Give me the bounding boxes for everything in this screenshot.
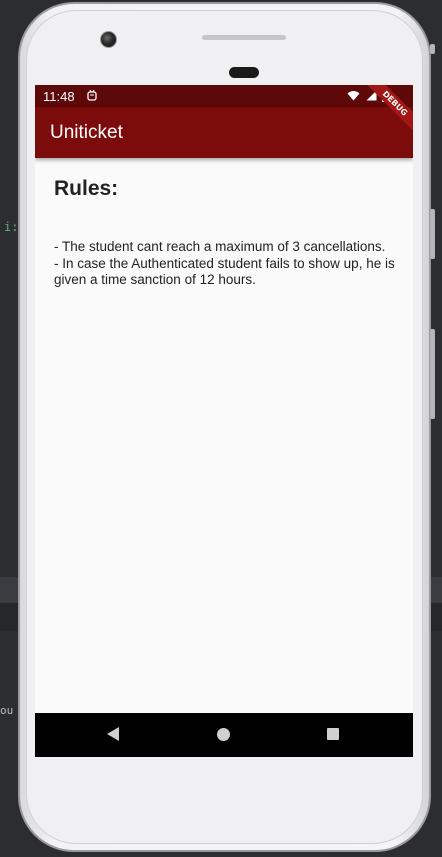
rules-heading: Rules: [54,177,119,200]
home-icon[interactable] [217,728,230,741]
status-time: 11:48 [43,89,75,104]
speaker-grille [202,35,286,40]
rules-list: - The student cant reach a maximum of 3 … [54,239,399,289]
earpiece [229,67,259,78]
status-bar: 11:48 [35,85,413,107]
rule-item-1: - The student cant reach a maximum of 3 … [54,239,386,254]
front-camera-icon [100,31,117,48]
rule-item-2: - In case the Authenticated student fail… [54,255,395,288]
volume-button[interactable] [430,329,435,419]
app-bar: Uniticket [35,107,413,158]
side-button-top[interactable] [430,44,435,54]
ide-code-fragment-2: ou [0,704,14,717]
android-debug-icon [87,89,97,104]
device-screen: 11:48 Uniticket DEBUG Rules: - The stude… [35,85,413,757]
power-button[interactable] [430,209,435,259]
back-icon[interactable] [107,727,119,741]
wifi-icon [347,91,360,101]
recents-icon[interactable] [327,728,339,740]
ide-code-fragment: i: [4,220,19,234]
app-title: Uniticket [50,122,123,143]
navigation-bar [35,713,413,757]
